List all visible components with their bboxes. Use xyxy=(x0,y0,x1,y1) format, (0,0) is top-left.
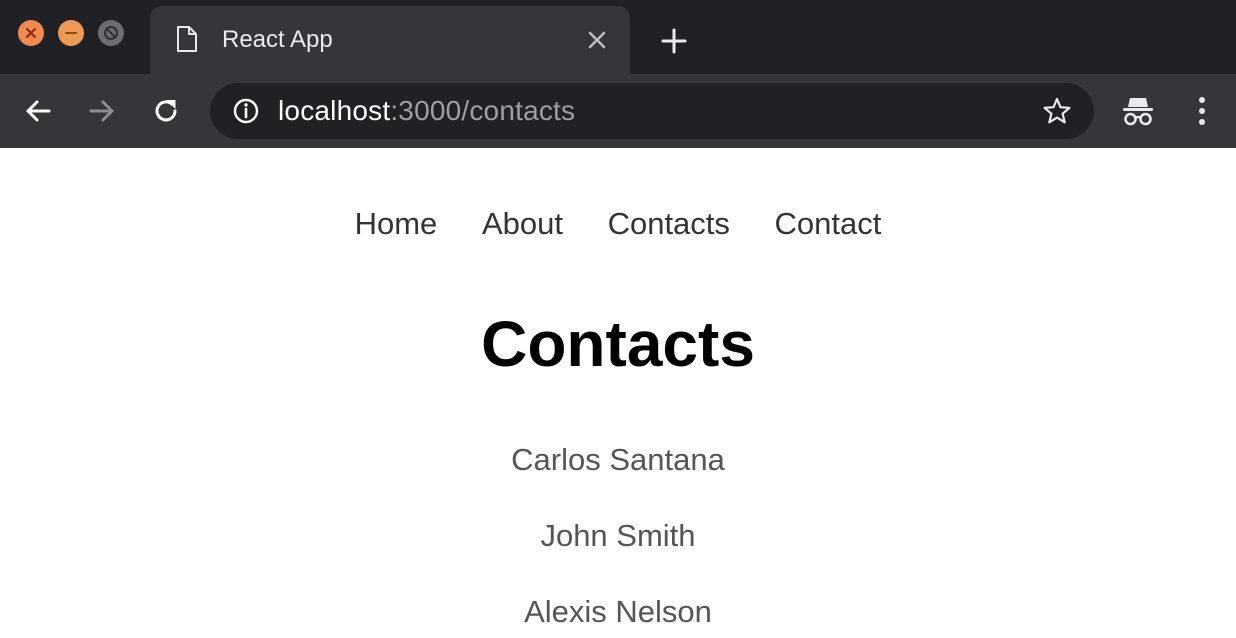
reload-button[interactable] xyxy=(149,94,183,128)
close-window-icon xyxy=(26,28,36,38)
reload-icon xyxy=(155,100,177,122)
nav-link-contact[interactable]: Contact xyxy=(775,206,882,242)
plus-icon[interactable] xyxy=(660,27,688,55)
tab-title: React App xyxy=(222,26,333,53)
kebab-menu-icon[interactable] xyxy=(1188,94,1216,128)
address-bar[interactable]: localhost:3000/contacts xyxy=(210,83,1094,139)
nav-link-contacts[interactable]: Contacts xyxy=(608,206,730,242)
active-tab[interactable]: React App xyxy=(150,6,630,74)
star-icon[interactable] xyxy=(1042,96,1072,126)
back-arrow-icon xyxy=(26,100,51,122)
url-path: :3000/contacts xyxy=(390,95,576,126)
url-host: localhost xyxy=(278,95,391,126)
nav-link-home[interactable]: Home xyxy=(355,206,438,242)
back-button[interactable] xyxy=(21,94,55,128)
page-viewport: Home About Contacts Contact Contacts Car… xyxy=(0,148,1236,638)
window-minimize-button[interactable] xyxy=(58,20,84,46)
info-icon[interactable] xyxy=(232,97,260,125)
close-icon[interactable] xyxy=(586,29,608,51)
contact-item: Alexis Nelson xyxy=(524,594,712,629)
forward-button[interactable] xyxy=(85,94,119,128)
window-zoom-button[interactable] xyxy=(98,20,124,46)
minimize-window-icon xyxy=(65,32,77,34)
browser-toolbar: localhost:3000/contacts xyxy=(0,74,1236,148)
contact-item: Carlos Santana xyxy=(511,442,725,477)
contact-list: Carlos Santana John Smith Alexis Nelson xyxy=(0,440,1236,638)
url-text[interactable]: localhost:3000/contacts xyxy=(278,95,575,127)
contact-item: John Smith xyxy=(540,518,696,553)
page-icon xyxy=(177,26,197,52)
window-close-button[interactable] xyxy=(18,20,44,46)
main-nav: Home About Contacts Contact xyxy=(0,206,1236,242)
forward-arrow-icon xyxy=(89,100,114,122)
browser-tabstrip: React App xyxy=(0,0,1236,74)
disabled-zoom-icon xyxy=(104,26,118,40)
nav-link-about[interactable]: About xyxy=(482,206,563,242)
page-title: Contacts xyxy=(481,308,755,380)
incognito-icon[interactable] xyxy=(1120,94,1156,128)
